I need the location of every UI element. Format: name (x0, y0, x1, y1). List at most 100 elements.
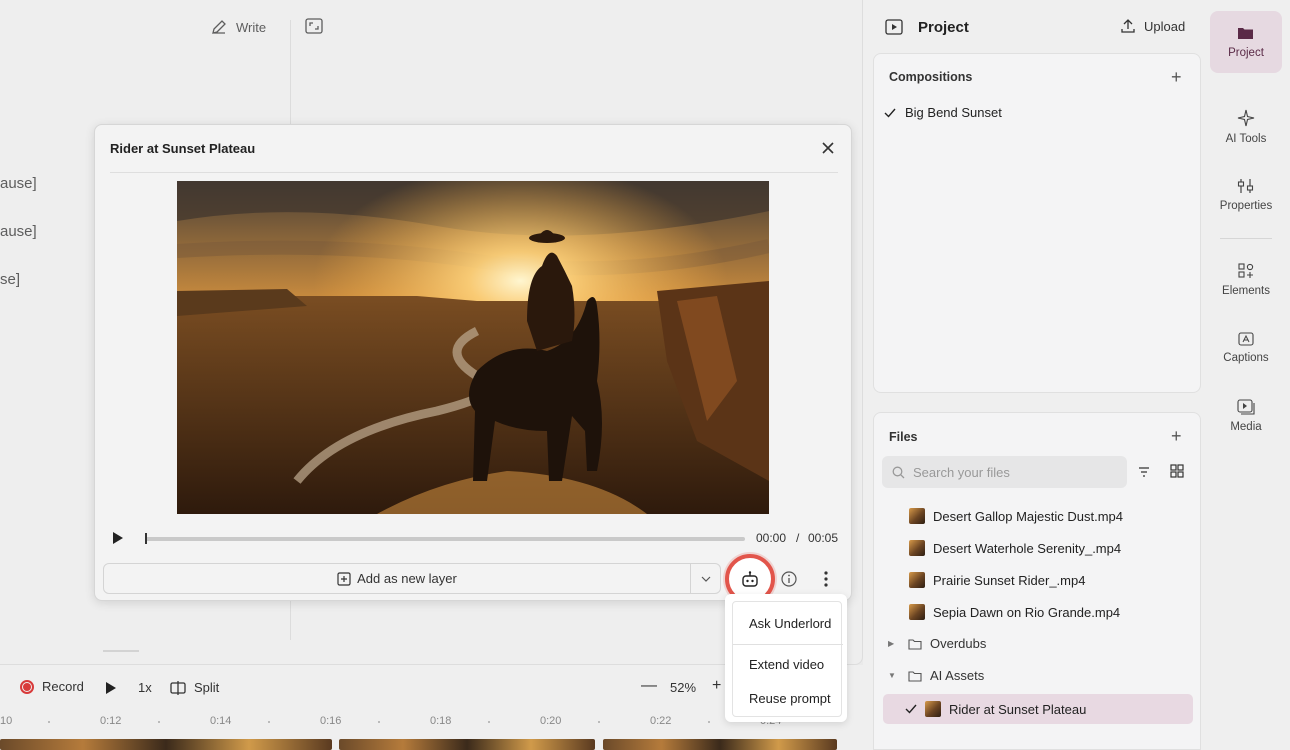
project-play-icon (885, 19, 903, 38)
ruler-tick: 0:14 (210, 715, 232, 727)
compositions-title: Compositions (889, 70, 973, 84)
rail-item-project[interactable]: Project (1210, 11, 1282, 73)
menu-item-ask-underlord[interactable]: Ask Underlord (749, 616, 831, 631)
compositions-section: Compositions + Big Bend Sunset (873, 53, 1201, 393)
ruler-tick: 0:22 (650, 715, 672, 727)
preview-scrubber[interactable] (145, 537, 745, 541)
ruler-tick: 10 (0, 715, 13, 727)
caret-down-icon[interactable]: ▼ (888, 671, 900, 680)
project-panel-title: Project (918, 19, 969, 36)
upload-label: Upload (1144, 18, 1186, 34)
video-thumbnail (909, 604, 925, 620)
ruler-tick: 0:20 (540, 715, 562, 727)
split-button[interactable]: Split (170, 680, 219, 695)
add-as-new-layer-button[interactable]: Add as new layer (103, 563, 691, 594)
record-icon (20, 679, 34, 694)
folder-item-overdubs[interactable]: ▶ Overdubs (888, 636, 986, 651)
ruler-dot (488, 721, 490, 723)
file-item[interactable]: Desert Gallop Majestic Dust.mp4 (909, 508, 1123, 524)
record-label: Record (42, 679, 84, 694)
media-icon (1237, 399, 1255, 415)
rail-label: Media (1230, 421, 1262, 433)
search-files-field[interactable]: Search your files (882, 456, 1127, 488)
file-name: Rider at Sunset Plateau (949, 701, 1087, 717)
zoom-in-button[interactable]: + (712, 677, 721, 695)
menu-item-reuse-prompt[interactable]: Reuse prompt (749, 691, 831, 706)
selected-file-item[interactable]: Rider at Sunset Plateau (883, 694, 1193, 724)
video-frame-image (177, 181, 769, 514)
zoom-out-button[interactable]: — (641, 677, 657, 695)
menu-panel: Ask Underlord Extend video Reuse prompt (732, 601, 843, 717)
upload-button[interactable]: Upload (1120, 18, 1185, 34)
checkmark-icon (905, 704, 917, 714)
sparkle-icon (1237, 109, 1255, 127)
rail-label: AI Tools (1225, 133, 1267, 145)
rail-label: Elements (1222, 285, 1270, 297)
caret-right-icon[interactable]: ▶ (888, 639, 900, 648)
scrubber-playhead[interactable] (145, 533, 147, 544)
search-icon (892, 466, 905, 478)
timeline-play-button[interactable] (105, 681, 117, 698)
filter-icon (1139, 467, 1149, 477)
chevron-down-icon (701, 576, 710, 582)
rail-label: Properties (1219, 200, 1273, 212)
timeline-clip[interactable] (603, 739, 837, 750)
ruler-dot (48, 721, 50, 723)
playback-speed[interactable]: 1x (138, 680, 152, 695)
vertical-ellipsis-icon (824, 571, 828, 587)
file-name: Prairie Sunset Rider_.mp4 (933, 572, 1086, 588)
rail-label: Project (1228, 47, 1264, 59)
video-thumbnail (909, 572, 925, 588)
grid-view-button[interactable] (1170, 464, 1184, 481)
current-time: 00:00 (756, 531, 787, 545)
folder-icon (908, 638, 922, 650)
more-options-button[interactable] (823, 571, 829, 590)
close-icon (822, 142, 834, 154)
close-button[interactable] (820, 140, 836, 156)
total-time: 00:05 (808, 531, 839, 545)
captions-icon (1238, 332, 1254, 346)
ruler-dot (158, 721, 160, 723)
rail-divider (1220, 238, 1272, 239)
folder-item-ai-assets[interactable]: ▼ AI Assets (888, 668, 984, 683)
rail-item-properties[interactable]: Properties (1210, 164, 1282, 226)
video-thumbnail (909, 508, 925, 524)
grid-icon (1170, 464, 1184, 478)
file-item[interactable]: Desert Waterhole Serenity_.mp4 (909, 540, 1121, 556)
record-button[interactable]: Record (20, 679, 84, 694)
add-composition-button[interactable]: + (1171, 68, 1182, 86)
rail-label: Captions (1223, 352, 1269, 364)
file-item[interactable]: Sepia Dawn on Rio Grande.mp4 (909, 604, 1120, 620)
file-name: Desert Gallop Majestic Dust.mp4 (933, 508, 1124, 524)
time-separator: / (796, 531, 800, 545)
split-icon (170, 680, 186, 695)
filter-button[interactable] (1138, 465, 1150, 480)
composition-item[interactable]: Big Bend Sunset (884, 105, 1002, 120)
ruler-dot (268, 721, 270, 723)
file-name: Desert Waterhole Serenity_.mp4 (933, 540, 1122, 556)
info-button[interactable] (781, 571, 797, 590)
file-item[interactable]: Prairie Sunset Rider_.mp4 (909, 572, 1085, 588)
rail-item-elements[interactable]: Elements (1210, 249, 1282, 311)
timeline-clip[interactable] (0, 739, 332, 750)
sliders-icon (1237, 179, 1254, 193)
ruler-dot (708, 721, 710, 723)
ai-actions-menu: Ask Underlord Extend video Reuse prompt (725, 594, 847, 722)
add-options-dropdown[interactable] (691, 563, 721, 594)
folder-name: AI Assets (930, 668, 985, 683)
rail-item-media[interactable]: Media (1210, 385, 1282, 447)
video-thumbnail (925, 701, 941, 717)
timeline-clip[interactable] (339, 739, 595, 750)
menu-item-extend-video[interactable]: Extend video (749, 657, 824, 672)
rail-item-captions[interactable]: Captions (1210, 317, 1282, 379)
preview-play-button[interactable] (111, 531, 125, 548)
video-preview[interactable] (177, 181, 769, 514)
robot-icon (742, 571, 758, 587)
ruler-dot (378, 721, 380, 723)
ruler-tick: 0:18 (430, 715, 452, 727)
composition-name: Big Bend Sunset (905, 105, 1002, 120)
add-file-button[interactable]: + (1171, 427, 1182, 445)
split-label: Split (194, 680, 220, 695)
rail-item-ai-tools[interactable]: AI Tools (1210, 96, 1282, 158)
files-title: Files (889, 430, 918, 444)
